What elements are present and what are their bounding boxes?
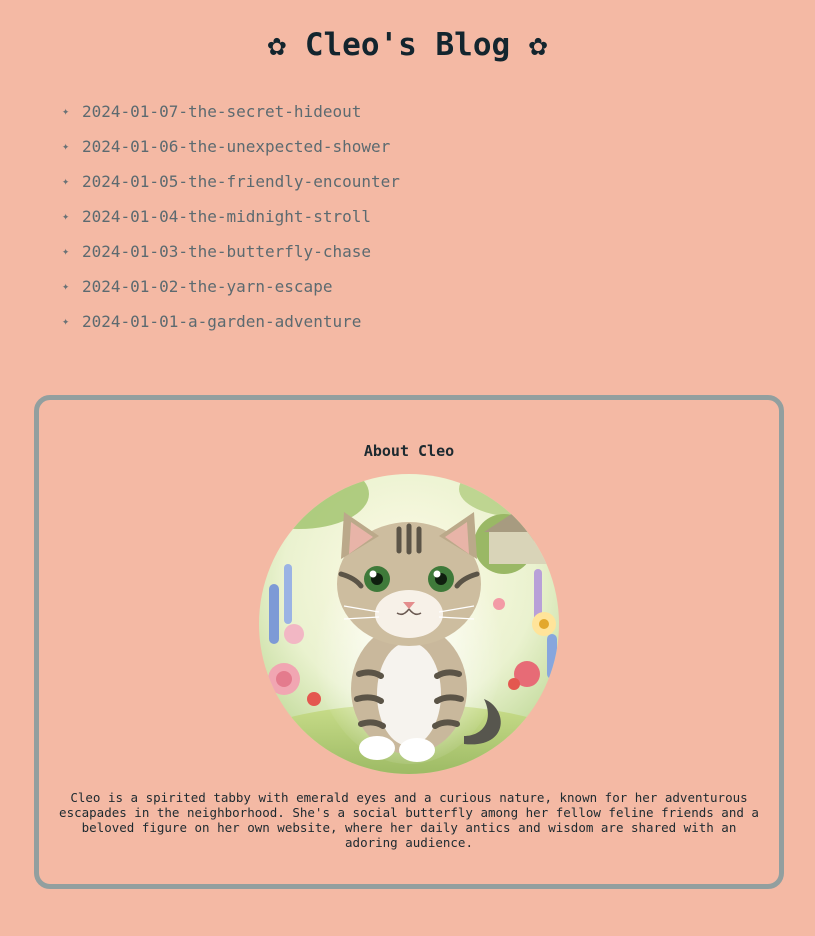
post-link[interactable]: 2024-01-01-a-garden-adventure (82, 304, 361, 339)
list-item: ✦ 2024-01-06-the-unexpected-shower (62, 129, 400, 164)
sparkle-icon: ✦ (62, 314, 70, 328)
post-link[interactable]: 2024-01-04-the-midnight-stroll (82, 199, 371, 234)
sparkle-icon: ✦ (62, 139, 70, 153)
sparkle-icon: ✦ (62, 104, 70, 118)
post-link[interactable]: 2024-01-03-the-butterfly-chase (82, 234, 371, 269)
list-item: ✦ 2024-01-05-the-friendly-encounter (62, 164, 400, 199)
list-item: ✦ 2024-01-03-the-butterfly-chase (62, 234, 400, 269)
post-link[interactable]: 2024-01-05-the-friendly-encounter (82, 164, 400, 199)
list-item: ✦ 2024-01-02-the-yarn-escape (62, 269, 400, 304)
post-link[interactable]: 2024-01-07-the-secret-hideout (82, 94, 361, 129)
sparkle-icon: ✦ (62, 279, 70, 293)
sparkle-icon: ✦ (62, 174, 70, 188)
post-list: ✦ 2024-01-07-the-secret-hideout ✦ 2024-0… (62, 94, 400, 339)
list-item: ✦ 2024-01-04-the-midnight-stroll (62, 199, 400, 234)
site-title: ✿ Cleo's Blog ✿ (267, 27, 548, 63)
sparkle-icon: ✦ (62, 244, 70, 258)
about-title: About Cleo (363, 442, 455, 460)
sparkle-icon: ✦ (62, 209, 70, 223)
cat-avatar (259, 474, 559, 774)
list-item: ✦ 2024-01-07-the-secret-hideout (62, 94, 400, 129)
about-card: About Cleo Cleo is a spirited tabby with… (34, 395, 784, 889)
about-description: Cleo is a spirited tabby with emerald ey… (59, 790, 759, 850)
list-item: ✦ 2024-01-01-a-garden-adventure (62, 304, 400, 339)
post-link[interactable]: 2024-01-02-the-yarn-escape (82, 269, 332, 304)
post-link[interactable]: 2024-01-06-the-unexpected-shower (82, 129, 390, 164)
